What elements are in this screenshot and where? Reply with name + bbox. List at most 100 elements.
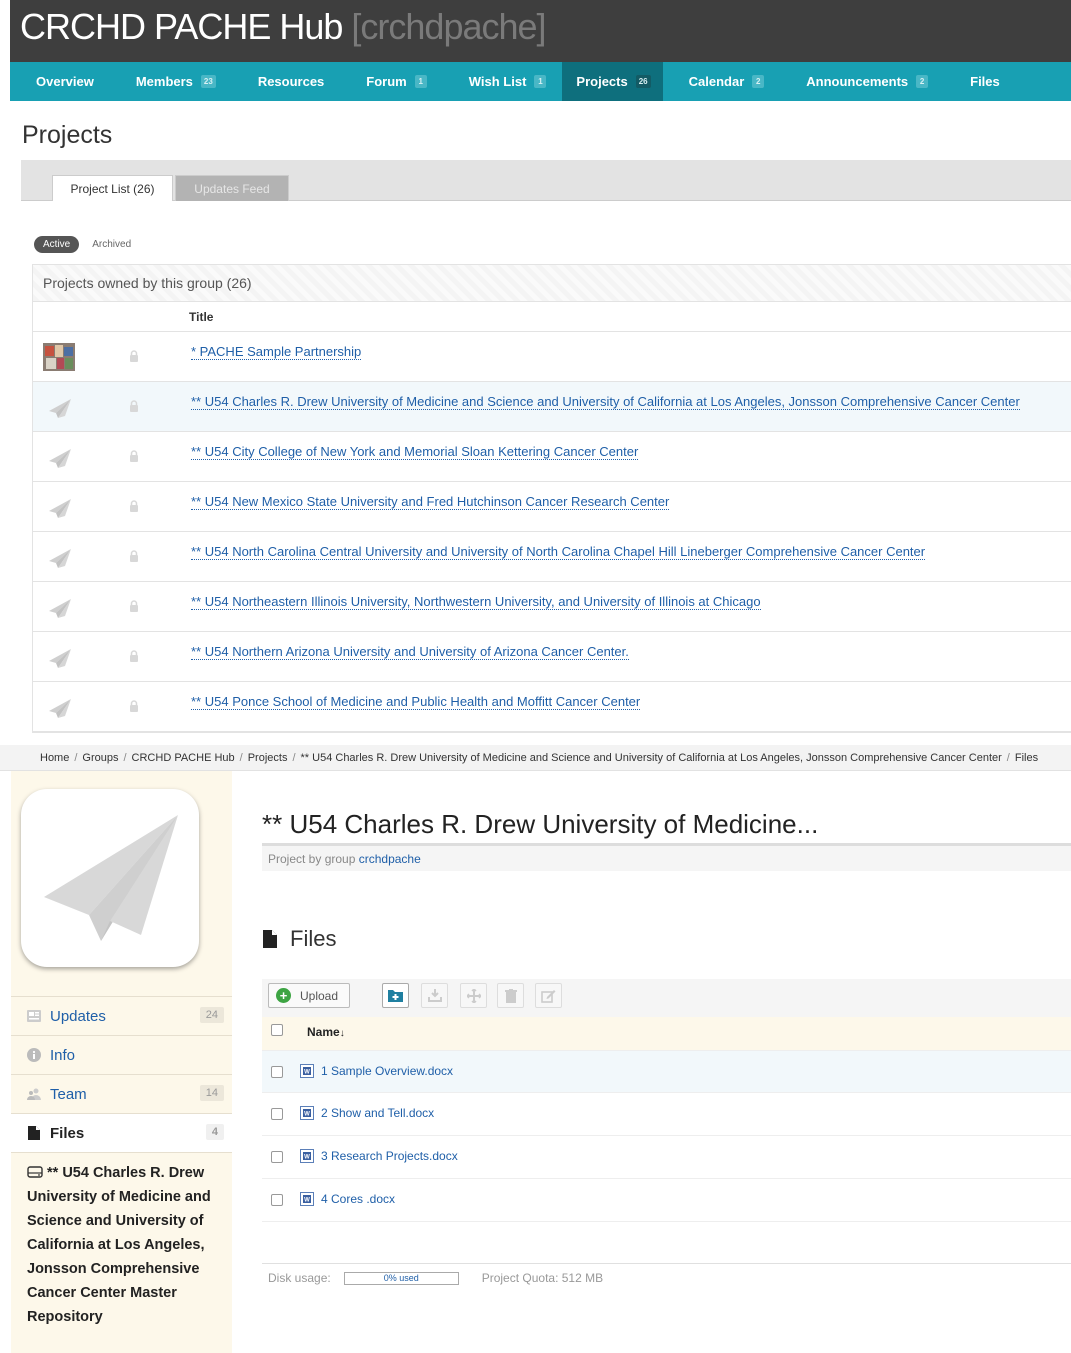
- project-row: ** U54 New Mexico State University and F…: [33, 482, 1071, 532]
- nav-label: Wish List: [468, 74, 527, 89]
- tab-project-list[interactable]: Project List (26): [52, 175, 173, 201]
- tab-updates-feed[interactable]: Updates Feed: [175, 175, 289, 201]
- download-button[interactable]: [421, 983, 448, 1008]
- owner-group-link[interactable]: crchdpache: [359, 852, 421, 866]
- file-checkbox[interactable]: [271, 1108, 283, 1120]
- move-button[interactable]: [460, 983, 487, 1008]
- breadcrumb-separator: /: [239, 752, 243, 764]
- owner-prefix: Project by group: [268, 852, 359, 866]
- disk-usage-bar: 0% used: [343, 1271, 459, 1285]
- breadcrumb-item[interactable]: ** U54 Charles R. Drew University of Med…: [301, 752, 1002, 764]
- project-title-link[interactable]: ** U54 Northern Arizona University and U…: [191, 644, 629, 660]
- project-row: ** U54 Northern Arizona University and U…: [33, 632, 1071, 682]
- nav-overview[interactable]: Overview: [10, 62, 110, 101]
- file-link[interactable]: 3 Research Projects.docx: [321, 1149, 458, 1163]
- project-title-link[interactable]: ** U54 New Mexico State University and F…: [191, 494, 670, 510]
- move-icon: [466, 988, 481, 1003]
- project-row: ** U54 City College of New York and Memo…: [33, 432, 1071, 482]
- new-folder-button[interactable]: [382, 983, 409, 1008]
- nav-label: Forum: [366, 74, 407, 89]
- file-icon: [27, 1126, 50, 1140]
- project-title-link[interactable]: ** U54 City College of New York and Memo…: [191, 444, 639, 460]
- project-title-link[interactable]: ** U54 Ponce School of Medicine and Publ…: [191, 694, 641, 710]
- breadcrumb-item[interactable]: Groups: [82, 752, 118, 764]
- paper-plane-icon: [43, 593, 75, 621]
- nav-label: Calendar: [688, 74, 745, 89]
- lock-icon: [129, 549, 139, 562]
- lock-icon: [129, 399, 139, 412]
- hub-header: CRCHD PACHE Hub [crchdpache]: [10, 0, 1071, 62]
- delete-button[interactable]: [497, 983, 524, 1008]
- side-menu-label: Updates: [50, 1007, 106, 1025]
- word-document-icon: W: [300, 1106, 314, 1120]
- projects-caption: Projects owned by this group (26): [33, 265, 1071, 302]
- master-repository[interactable]: ** U54 Charles R. Drew University of Med…: [11, 1152, 232, 1329]
- sort-down-icon: ↓: [339, 1028, 345, 1039]
- nav-members[interactable]: Members 23: [110, 62, 232, 101]
- nav-wish-list[interactable]: Wish List 1: [443, 62, 563, 101]
- paper-plane-icon: [43, 693, 75, 721]
- edit-icon: [541, 989, 556, 1003]
- side-menu-info[interactable]: Info: [11, 1035, 232, 1074]
- side-menu-files[interactable]: Files 4: [11, 1113, 232, 1152]
- upload-button[interactable]: + Upload: [268, 983, 350, 1008]
- filter-active[interactable]: Active: [34, 236, 80, 253]
- trash-icon: [504, 988, 517, 1003]
- nav-calendar[interactable]: Calendar 2: [663, 62, 781, 101]
- side-menu-team[interactable]: Team 14: [11, 1074, 232, 1113]
- nav-forum[interactable]: Forum 1: [340, 62, 442, 101]
- edit-button[interactable]: [535, 983, 562, 1008]
- project-title: ** U54 Charles R. Drew University of Med…: [262, 809, 819, 839]
- nav-label: Resources: [257, 74, 325, 89]
- project-title-link[interactable]: * PACHE Sample Partnership: [191, 344, 362, 360]
- projects-tabbar: Project List (26) Updates Feed: [21, 160, 1071, 201]
- nav-files[interactable]: Files: [944, 62, 1016, 101]
- lock-icon: [129, 699, 139, 712]
- project-side-menu: Updates 24 Info Team 14 Files 4: [11, 996, 232, 1152]
- side-menu-updates[interactable]: Updates 24: [11, 996, 232, 1035]
- file-checkbox[interactable]: [271, 1194, 283, 1206]
- project-title-link[interactable]: ** U54 North Carolina Central University…: [191, 544, 926, 560]
- project-quota: Project Quota: 512 MB: [481, 1271, 604, 1285]
- new-folder-icon: [388, 990, 403, 1002]
- nav-projects[interactable]: Projects 26: [562, 62, 663, 101]
- side-menu-label: Info: [50, 1046, 76, 1064]
- svg-text:W: W: [304, 1070, 310, 1076]
- breadcrumb-item[interactable]: Home: [40, 752, 69, 764]
- lock-icon: [129, 649, 139, 662]
- project-photo-thumbnail: [43, 343, 75, 371]
- nav-announcements[interactable]: Announcements 2: [780, 62, 944, 101]
- breadcrumb-item[interactable]: Files: [1015, 752, 1038, 764]
- breadcrumb-separator: /: [1006, 752, 1010, 764]
- column-title[interactable]: Title: [189, 310, 213, 324]
- nav-count-badge: 1: [414, 75, 427, 88]
- select-all-checkbox[interactable]: [271, 1024, 283, 1036]
- group-projects-screen: CRCHD PACHE Hub [crchdpache] Overview Mem…: [0, 0, 1071, 745]
- file-checkbox[interactable]: [271, 1066, 283, 1078]
- paper-plane-icon: [43, 643, 75, 671]
- nav-label: Files: [970, 74, 1000, 89]
- file-row: W 2 Show and Tell.docx: [262, 1093, 1071, 1136]
- project-title-link[interactable]: ** U54 Charles R. Drew University of Med…: [191, 394, 1020, 410]
- file-link[interactable]: 4 Cores .docx: [321, 1192, 395, 1206]
- column-name[interactable]: Name↓: [307, 1025, 345, 1039]
- project-title-link[interactable]: ** U54 Northeastern Illinois University,…: [191, 594, 761, 610]
- project-row: ** U54 Ponce School of Medicine and Publ…: [33, 682, 1071, 732]
- file-link[interactable]: 2 Show and Tell.docx: [321, 1106, 434, 1120]
- breadcrumb-item[interactable]: Projects: [248, 752, 288, 764]
- breadcrumb-item[interactable]: CRCHD PACHE Hub: [132, 752, 235, 764]
- hub-title[interactable]: CRCHD PACHE Hub [crchdpache]: [20, 6, 547, 48]
- projects-header: Title: [33, 302, 1071, 332]
- project-logo: [21, 789, 199, 967]
- files-heading-text: Files: [290, 926, 337, 951]
- plus-circle-icon: +: [276, 988, 291, 1003]
- project-owner-bar: Project by group crchdpache: [262, 843, 1071, 871]
- file-checkbox[interactable]: [271, 1151, 283, 1163]
- projects-table: Projects owned by this group (26) Title …: [32, 264, 1071, 733]
- filter-archived[interactable]: Archived: [92, 239, 131, 250]
- disk-usage-label: Disk usage:: [268, 1271, 331, 1285]
- nav-resources[interactable]: Resources: [232, 62, 340, 101]
- project-filter: Active Archived: [34, 236, 131, 253]
- file-link[interactable]: 1 Sample Overview.docx: [321, 1064, 453, 1078]
- file-icon: [263, 930, 277, 948]
